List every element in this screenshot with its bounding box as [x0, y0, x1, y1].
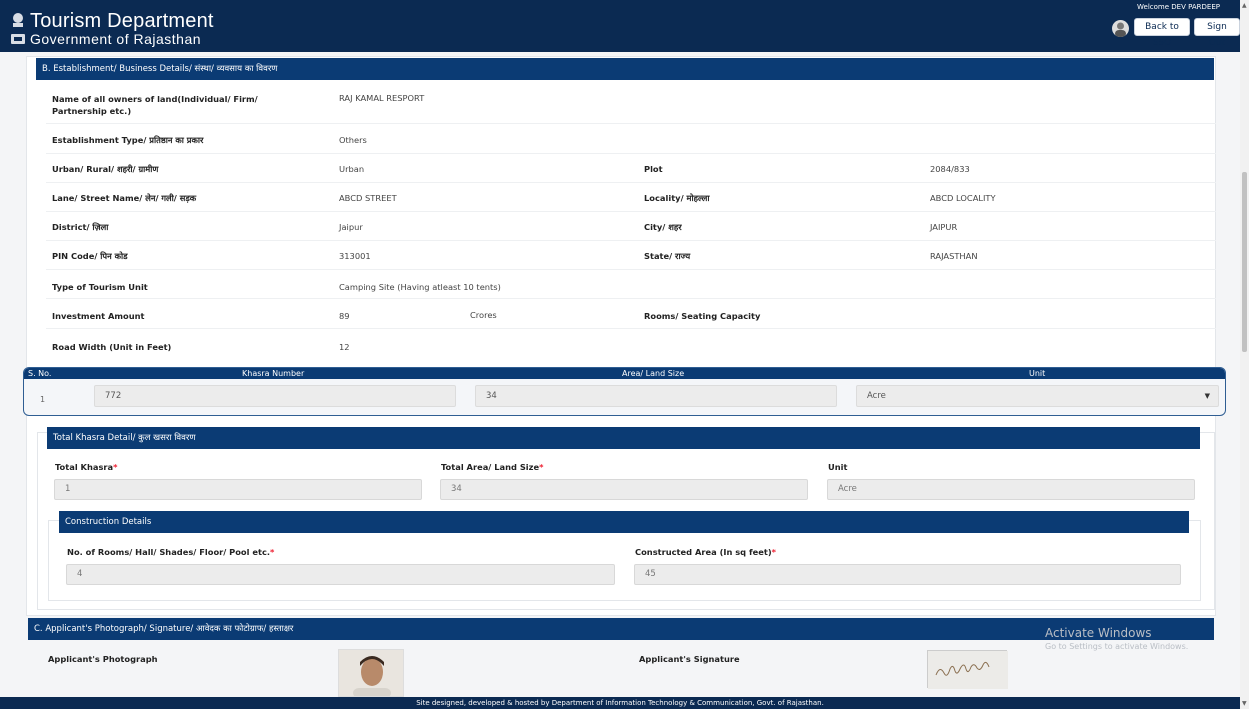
back-to-sso-button[interactable]: Back to SSO: [1134, 18, 1190, 48]
state-emblem-icon: [11, 13, 25, 44]
total-area-input[interactable]: 34: [440, 479, 808, 500]
state-value: RAJASTHAN: [930, 251, 978, 261]
lane-value: ABCD STREET: [339, 193, 397, 203]
khasra-table-header: S. No. Khasra Number Area/ Land Size Uni…: [24, 368, 1225, 379]
site-footer: Site designed, developed & hosted by Dep…: [0, 697, 1240, 709]
district-value: Jaipur: [339, 222, 363, 232]
khasra-row-sno: 1: [40, 395, 46, 404]
required-mark: *: [539, 462, 544, 472]
detail-row: Lane/ Street Name/ लेन/ गली/ सड़क ABCD S…: [46, 184, 1216, 212]
total-unit-label: Unit: [828, 462, 848, 472]
khasra-area-input[interactable]: 34: [475, 385, 837, 407]
detail-row: District/ ज़िला Jaipur City/ शहर JAIPUR: [46, 213, 1216, 241]
total-area-label: Total Area/ Land Size*: [441, 462, 543, 472]
road-width-value: 12: [339, 342, 350, 352]
activation-watermark: Activate Windows: [1045, 626, 1152, 640]
detail-row: Urban/ Rural/ शहरी/ ग्रामीण Urban Plot 2…: [46, 155, 1216, 183]
scrollbar-thumb[interactable]: [1242, 172, 1247, 352]
total-khasra-input[interactable]: 1: [54, 479, 422, 500]
investment-unit: Crores: [470, 310, 497, 320]
urban-value: Urban: [339, 164, 365, 174]
sign-out-button[interactable]: Sign Out: [1194, 18, 1240, 48]
user-avatar[interactable]: [1112, 20, 1129, 37]
investment-label: Investment Amount: [52, 311, 145, 321]
plot-value: 2084/833: [930, 164, 970, 174]
section-b-header: B. Establishment/ Business Details/ संस्…: [36, 58, 1214, 80]
rooms-count-label: No. of Rooms/ Hall/ Shades/ Floor/ Pool …: [67, 547, 274, 557]
applicant-photo: [338, 649, 404, 697]
scroll-down-arrow-icon[interactable]: ▼: [1242, 700, 1247, 707]
constructed-area-input[interactable]: 45: [634, 564, 1181, 585]
district-label: District/ ज़िला: [52, 222, 109, 232]
pin-label: PIN Code/ पिन कोड: [52, 251, 128, 261]
est-type-label: Establishment Type/ प्रतिष्ठान का प्रकार: [52, 135, 204, 145]
activation-watermark-hint: Go to Settings to activate Windows.: [1045, 642, 1189, 651]
col-sno: S. No.: [28, 369, 52, 378]
page-scrollbar[interactable]: [1240, 0, 1249, 709]
detail-row: Road Width (Unit in Feet) 12: [46, 332, 1216, 360]
unit-type-label: Type of Tourism Unit: [52, 282, 148, 292]
unit-type-value: Camping Site (Having atleast 10 tents): [339, 282, 501, 292]
city-value: JAIPUR: [930, 222, 958, 232]
app-subtitle: Government of Rajasthan: [30, 31, 202, 47]
construction-header: Construction Details: [59, 511, 1189, 533]
owners-label: Name of all owners of land(Individual/ F…: [52, 94, 258, 116]
urban-label: Urban/ Rural/ शहरी/ ग्रामीण: [52, 164, 159, 174]
khasra-number-input[interactable]: 772: [94, 385, 456, 407]
state-label: State/ राज्य: [644, 251, 691, 261]
khasra-unit-select[interactable]: Acre ▼: [856, 385, 1219, 407]
scroll-up-arrow-icon[interactable]: ▲: [1242, 2, 1247, 9]
constructed-area-label: Constructed Area (In sq feet)*: [635, 547, 776, 557]
locality-label: Locality/ मोहल्ला: [644, 193, 710, 203]
required-mark: *: [113, 462, 118, 472]
investment-value: 89: [339, 311, 350, 321]
rooms-count-input[interactable]: 4: [66, 564, 615, 585]
constructed-area-label-text: Constructed Area (In sq feet): [635, 547, 772, 557]
city-label: City/ शहर: [644, 222, 682, 232]
khasra-table: S. No. Khasra Number Area/ Land Size Uni…: [23, 367, 1226, 416]
applicant-signature: [927, 650, 1008, 689]
col-khasra-number: Khasra Number: [242, 369, 305, 378]
signature-label: Applicant's Signature: [639, 654, 740, 664]
required-mark: *: [270, 547, 275, 557]
lane-label: Lane/ Street Name/ लेन/ गली/ सड़क: [52, 193, 197, 203]
app-header: Tourism Department Government of Rajasth…: [0, 0, 1240, 52]
section-c-header: C. Applicant's Photograph/ Signature/ आव…: [28, 618, 1214, 640]
app-title: Tourism Department: [30, 10, 214, 32]
total-khasra-label-text: Total Khasra: [55, 462, 114, 472]
total-khasra-label: Total Khasra*: [55, 462, 117, 472]
rooms-count-label-text: No. of Rooms/ Hall/ Shades/ Floor/ Pool …: [67, 547, 271, 557]
welcome-text: Welcome DEV PARDEEP: [1137, 3, 1220, 11]
road-width-label: Road Width (Unit in Feet): [52, 342, 172, 352]
est-type-value: Others: [339, 135, 367, 145]
chevron-down-icon: ▼: [1204, 392, 1210, 400]
detail-row: Establishment Type/ प्रतिष्ठान का प्रकार…: [46, 126, 1216, 154]
pin-value: 313001: [339, 251, 371, 261]
col-area: Area/ Land Size: [622, 369, 685, 378]
plot-label: Plot: [644, 164, 663, 174]
detail-row: Type of Tourism Unit Camping Site (Havin…: [46, 271, 1216, 299]
total-area-label-text: Total Area/ Land Size: [441, 462, 540, 472]
col-unit: Unit: [1029, 369, 1046, 378]
khasra-unit-value: Acre: [867, 391, 886, 401]
total-unit-input[interactable]: Acre: [827, 479, 1195, 500]
detail-row: PIN Code/ पिन कोड 313001 State/ राज्य RA…: [46, 242, 1216, 270]
required-mark: *: [771, 547, 776, 557]
total-khasra-header: Total Khasra Detail/ कुल खसरा विवरण: [47, 427, 1200, 449]
rooms-capacity-label: Rooms/ Seating Capacity: [644, 311, 761, 321]
detail-row: Investment Amount 89 Crores Rooms/ Seati…: [46, 301, 1216, 329]
detail-row: Name of all owners of land(Individual/ F…: [46, 90, 1216, 124]
photo-label: Applicant's Photograph: [48, 654, 158, 664]
owners-value: RAJ KAMAL RESPORT: [339, 93, 425, 103]
locality-value: ABCD LOCALITY: [930, 193, 996, 203]
